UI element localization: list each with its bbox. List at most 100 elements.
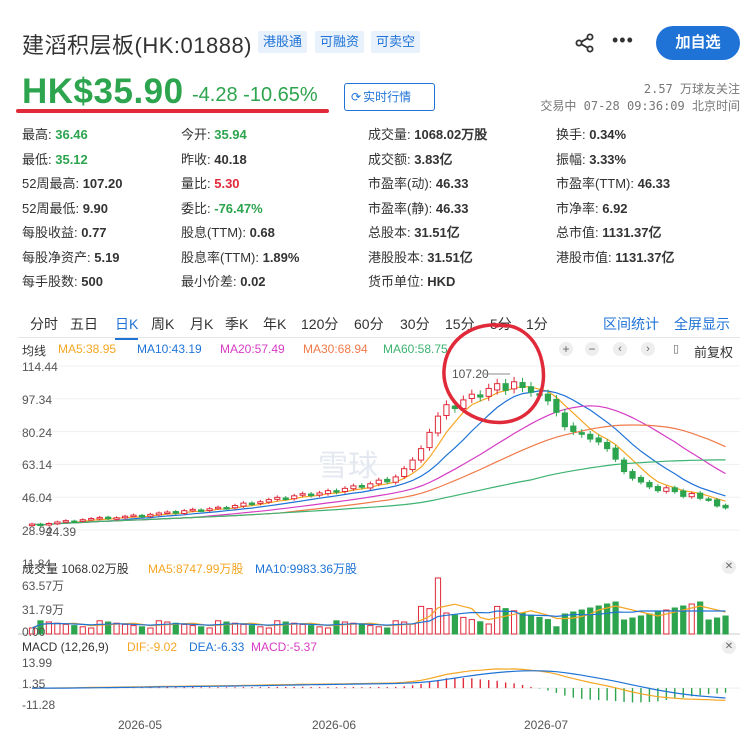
tag-hk-connect[interactable]: 港股通 [258,31,308,53]
candle [705,498,712,501]
candle-toggle-icon[interactable]: ▯ [669,342,683,356]
tab-4[interactable]: 月K [190,314,213,334]
volume-bar [367,625,374,635]
tab-2[interactable]: 日K [115,314,139,340]
candlestick-chart[interactable]: 雪球107.2024.39 [18,358,740,554]
quote-label: 成交额: [368,151,415,167]
volume-bar [155,620,162,635]
pan-right-icon[interactable]: › [641,342,655,356]
quote-value: 3.33% [589,151,627,167]
period-tabs: 分时 五日 日K 周K 月K 季K 年K 120分 60分 30分 15分 5分 1分 区间统计 全屏显示 [18,310,740,340]
legend-item: MA30:68.94 [303,342,368,356]
candle [426,431,433,449]
price-change: -4.28 -10.65% [192,84,318,107]
tab-5[interactable]: 季K [225,314,248,334]
quote-item: 市净率: 6.92 [556,198,628,217]
close-volume-icon[interactable]: ✕ [722,560,736,574]
realtime-quote-button[interactable]: ⟳ 实时行情 [344,83,435,111]
candle [646,481,653,488]
quote-label: 振幅: [556,151,590,167]
zoom-in-icon[interactable]: + [559,342,573,356]
tab-7[interactable]: 120分 [301,314,338,334]
quote-item: 成交额: 3.83亿 [368,149,453,168]
volume-bar [434,577,442,635]
volume-bar [460,616,467,635]
candle [105,516,112,520]
add-watchlist-button[interactable]: 加自选 [656,26,740,60]
quote-label: 市盈率(动): [368,176,436,191]
zoom-out-icon[interactable]: − [585,342,599,356]
volume-bar [121,623,129,635]
volume-bar [620,619,628,635]
volume-chart[interactable] [18,574,740,636]
volume-bar [324,627,332,635]
pan-left-icon[interactable]: ‹ [613,342,627,356]
candle [324,490,332,495]
quote-value: 35.94 [214,127,247,142]
share-icon[interactable] [574,33,596,53]
tag-short[interactable]: 可卖空 [371,31,421,53]
tab-8[interactable]: 60分 [354,314,384,334]
candle [155,512,162,516]
candle [189,508,196,512]
quote-value: 1131.37亿 [602,225,662,240]
volume-bar [544,619,552,635]
volume-bar [384,627,391,635]
macd-chart[interactable] [18,654,740,716]
price-axis-label: 28.94 [22,524,53,538]
candle [257,501,264,504]
quote-value: 0.34% [589,127,627,142]
volume-bar [333,620,340,635]
quote-item: 委比: -76.47% [181,198,263,217]
tab-1[interactable]: 五日 [70,314,98,334]
quote-item: 港股股本: 31.51亿 [368,247,473,266]
fullscreen-button[interactable]: 全屏显示 [674,314,730,334]
quote-value: 5.19 [94,249,120,265]
tab-3[interactable]: 周K [151,314,174,334]
candle [570,425,577,432]
quote-item: 最低: 35.12 [22,149,88,168]
refresh-icon: ⟳ [351,90,362,104]
tab-6[interactable]: 年K [263,314,286,334]
candle [367,483,374,489]
volume-bar [553,626,560,635]
legend-item: MACD:-5.37 [251,640,318,654]
close-macd-icon[interactable]: ✕ [722,640,736,654]
annotation-underline [16,109,329,113]
tab-9[interactable]: 30分 [400,314,430,334]
tag-margin[interactable]: 可融资 [315,31,365,53]
ma5-line [31,385,726,526]
price-axis-label: 46.04 [22,491,53,506]
candle [274,496,281,500]
candle [553,398,560,413]
volume-bar [722,615,729,635]
candle [113,517,120,520]
more-icon[interactable]: ••• [612,30,634,51]
candle [88,518,95,521]
volume-bar [392,620,399,635]
quote-item: 总股本: 31.51亿 [368,222,460,241]
quote-item: 52周最低: 9.90 [22,198,108,217]
candle [417,448,425,461]
tab-0[interactable]: 分时 [30,314,58,334]
candle [671,487,678,493]
quote-item: 股息率(TTM): 1.89% [181,247,299,266]
candle [71,520,78,524]
quote-item: 市盈率(动): 46.33 [368,173,468,192]
quote-value: 31.51亿 [414,225,460,240]
quote-label: 换手: [556,127,590,142]
volume-bar [316,626,323,635]
quote-label: 52周最低: [22,200,83,216]
candle [172,511,179,514]
trading-status: 交易中 07-28 09:36:09 北京时间 [540,99,740,113]
volume-bar [308,625,315,635]
candle [231,505,239,509]
quote-value: 46.33 [435,200,469,216]
quote-label: 52周最高: [22,176,83,191]
interval-stats-button[interactable]: 区间统计 [603,314,659,334]
macd-axis-label: -11.28 [22,698,56,712]
candle [333,490,340,493]
quote-item: 市盈率(静): 46.33 [368,198,468,217]
quote-value: 500 [81,274,103,289]
candle [181,510,188,514]
